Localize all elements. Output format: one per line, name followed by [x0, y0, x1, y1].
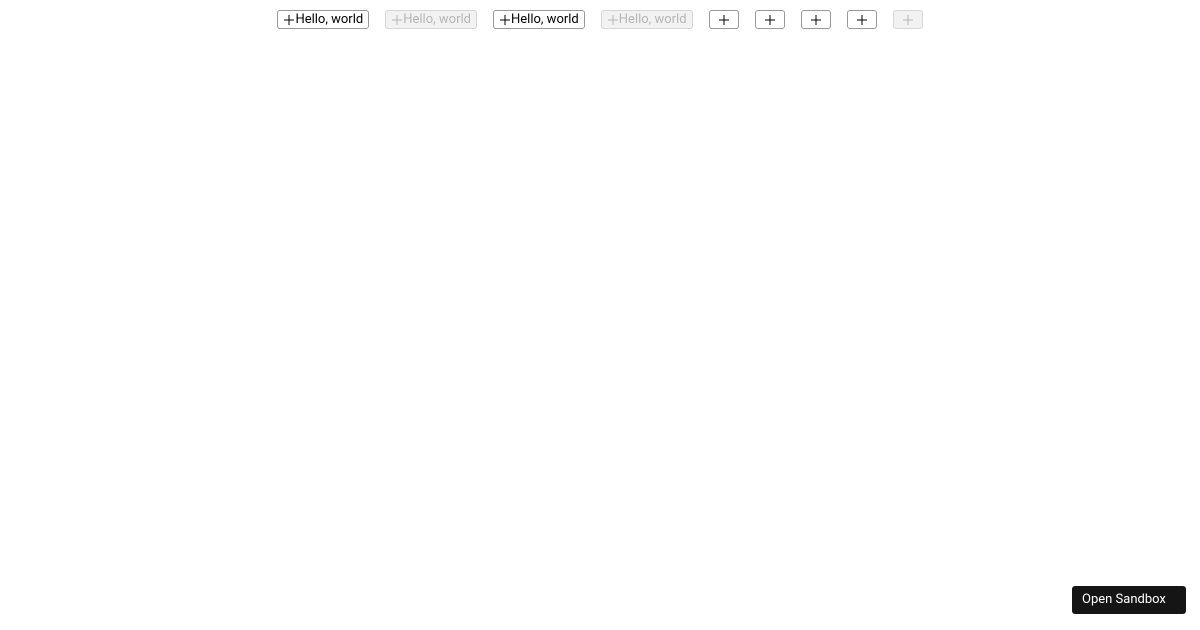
add-button[interactable] — [847, 10, 877, 29]
button-row: Hello, world Hello, world Hello, world H… — [0, 0, 1200, 29]
plus-icon — [607, 14, 619, 26]
button-label: Hello, world — [295, 12, 363, 27]
plus-icon — [283, 14, 295, 26]
plus-icon — [391, 14, 403, 26]
plus-icon — [718, 14, 730, 26]
plus-icon — [856, 14, 868, 26]
plus-icon — [499, 14, 511, 26]
button-label: Hello, world — [403, 12, 471, 27]
plus-icon — [810, 14, 822, 26]
open-sandbox-button[interactable]: Open Sandbox — [1072, 586, 1186, 614]
button-label: Hello, world — [511, 12, 579, 27]
button-label: Hello, world — [619, 12, 687, 27]
add-button[interactable] — [709, 10, 739, 29]
hello-world-button[interactable]: Hello, world — [493, 10, 585, 29]
open-sandbox-label: Open Sandbox — [1082, 592, 1166, 607]
add-button-disabled — [893, 10, 923, 29]
plus-icon — [764, 14, 776, 26]
hello-world-button-disabled: Hello, world — [385, 10, 477, 29]
hello-world-button-disabled: Hello, world — [601, 10, 693, 29]
add-button[interactable] — [801, 10, 831, 29]
plus-icon — [902, 14, 914, 26]
add-button[interactable] — [755, 10, 785, 29]
hello-world-button[interactable]: Hello, world — [277, 10, 369, 29]
